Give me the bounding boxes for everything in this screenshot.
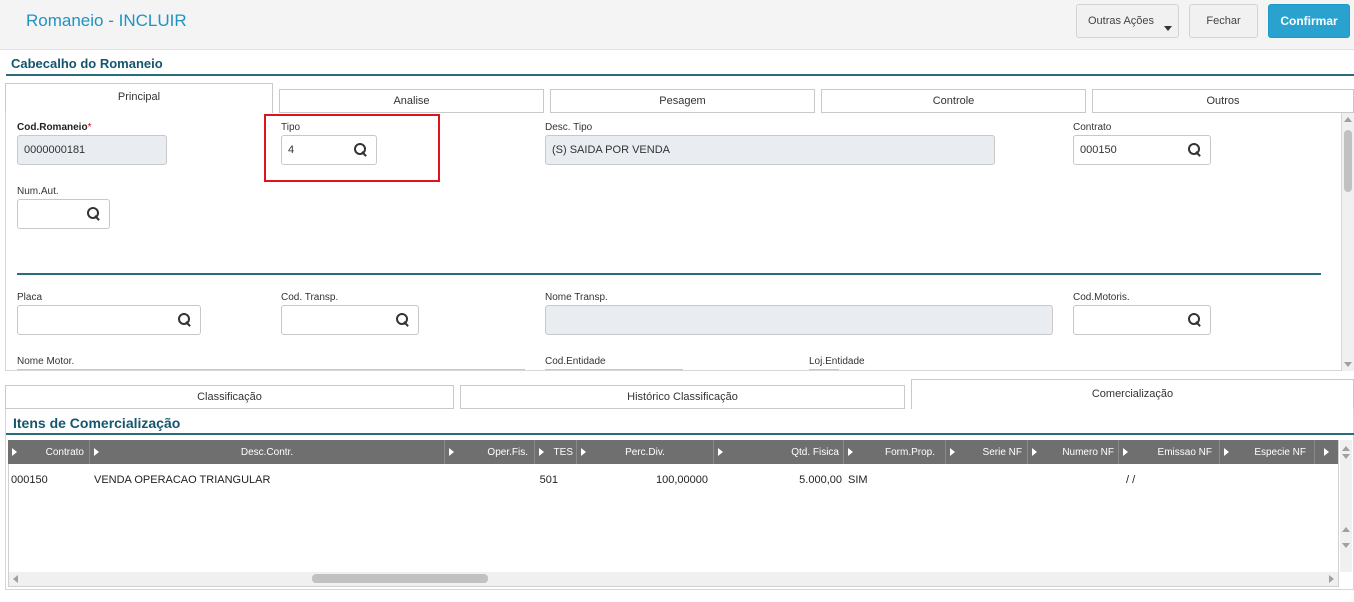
desc-tipo-label: Desc. Tipo bbox=[545, 122, 593, 133]
section-title-cabecalho: Cabecalho do Romaneio bbox=[11, 56, 163, 71]
tab-comercializacao[interactable]: Comercialização bbox=[911, 379, 1354, 409]
search-icon[interactable] bbox=[396, 313, 410, 327]
col-numero-nf[interactable]: Numero NF bbox=[1028, 440, 1119, 464]
scroll-left-icon[interactable] bbox=[13, 575, 18, 583]
search-icon[interactable] bbox=[178, 313, 192, 327]
scroll-up-icon[interactable] bbox=[1342, 446, 1350, 451]
loj-entidade-field[interactable] bbox=[809, 369, 839, 371]
num-aut-field[interactable] bbox=[17, 199, 110, 229]
fechar-button[interactable]: Fechar bbox=[1189, 4, 1258, 38]
section-title-itens: Itens de Comercialização bbox=[13, 415, 181, 431]
scroll-up-icon[interactable] bbox=[1342, 527, 1350, 532]
col-oper-fis[interactable]: Oper.Fis. bbox=[445, 440, 535, 464]
scrollbar-thumb[interactable] bbox=[1344, 130, 1352, 192]
contrato-field[interactable]: 000150 bbox=[1073, 135, 1211, 165]
cell-contrato: 000150 bbox=[11, 474, 48, 486]
confirmar-button[interactable]: Confirmar bbox=[1268, 4, 1350, 38]
nome-transp-field[interactable] bbox=[545, 305, 1053, 335]
scroll-down-icon[interactable] bbox=[1342, 543, 1350, 548]
nome-motor-field[interactable] bbox=[17, 369, 525, 371]
cell-qtd: 5.000,00 bbox=[799, 474, 842, 486]
tab-pesagem[interactable]: Pesagem bbox=[550, 89, 815, 113]
col-especie-nf[interactable]: Especie NF bbox=[1220, 440, 1315, 464]
search-icon[interactable] bbox=[1188, 313, 1202, 327]
search-icon[interactable] bbox=[87, 207, 101, 221]
grid-hscrollbar[interactable] bbox=[9, 572, 1338, 586]
tab-principal[interactable]: Principal bbox=[5, 83, 273, 113]
cod-romaneio-label: Cod.Romaneio* bbox=[17, 122, 92, 133]
nome-transp-label: Nome Transp. bbox=[545, 292, 608, 303]
col-desc-contr[interactable]: Desc.Contr. bbox=[90, 440, 445, 464]
contrato-label: Contrato bbox=[1073, 122, 1112, 133]
col-tes[interactable]: TES bbox=[535, 440, 577, 464]
form-scrollbar[interactable] bbox=[1342, 113, 1354, 371]
col-emissao-nf[interactable]: Emissao NF bbox=[1119, 440, 1220, 464]
loj-entidade-label: Loj.Entidade bbox=[809, 356, 865, 367]
grid-vscrollbar[interactable] bbox=[1340, 440, 1352, 572]
hscroll-thumb[interactable] bbox=[312, 574, 488, 583]
cell-emissao: / / bbox=[1123, 474, 1136, 486]
outras-acoes-label: Outras Ações bbox=[1088, 15, 1155, 27]
cod-entidade-field[interactable] bbox=[545, 369, 683, 371]
caret-down-icon bbox=[1164, 26, 1172, 31]
search-icon[interactable] bbox=[1188, 143, 1202, 157]
cod-transp-field[interactable] bbox=[281, 305, 419, 335]
scroll-right-icon[interactable] bbox=[1329, 575, 1334, 583]
placa-field[interactable] bbox=[17, 305, 201, 335]
cell-tes: 501 bbox=[539, 474, 558, 486]
cell-perc: 100,00000 bbox=[656, 474, 708, 486]
outras-acoes-button[interactable]: Outras Ações bbox=[1076, 4, 1179, 38]
col-next[interactable] bbox=[1315, 440, 1338, 464]
highlight-box bbox=[264, 114, 440, 182]
cell-desc: VENDA OPERACAO TRIANGULAR bbox=[94, 474, 271, 486]
cod-motoris-field[interactable] bbox=[1073, 305, 1211, 335]
grid-header: Contrato Desc.Contr. Oper.Fis. TES Perc.… bbox=[8, 440, 1338, 464]
placa-label: Placa bbox=[17, 292, 43, 303]
num-aut-label: Num.Aut. bbox=[17, 186, 59, 197]
col-serie-nf[interactable]: Serie NF bbox=[946, 440, 1028, 464]
cod-entidade-label: Cod.Entidade bbox=[545, 356, 606, 367]
col-contrato[interactable]: Contrato bbox=[8, 440, 90, 464]
form-divider bbox=[17, 273, 1321, 275]
tab-outros[interactable]: Outros bbox=[1092, 89, 1354, 113]
col-qtd-fisica[interactable]: Qtd. Fisica bbox=[714, 440, 844, 464]
col-form-prop[interactable]: Form.Prop. bbox=[844, 440, 946, 464]
tab-analise[interactable]: Analise bbox=[279, 89, 544, 113]
cod-transp-label: Cod. Transp. bbox=[281, 292, 339, 303]
nome-motor-label: Nome Motor. bbox=[17, 356, 75, 367]
cell-form-prop: SIM bbox=[848, 474, 868, 486]
page-title: Romaneio - INCLUIR bbox=[26, 11, 187, 30]
itens-divider bbox=[6, 433, 1354, 435]
scroll-down-icon[interactable] bbox=[1344, 362, 1352, 367]
section-divider bbox=[6, 74, 1354, 76]
desc-tipo-field[interactable]: (S) SAIDA POR VENDA bbox=[545, 135, 995, 165]
cod-romaneio-field[interactable]: 0000000181 bbox=[17, 135, 167, 165]
tab-historico-classificacao[interactable]: Histórico Classificação bbox=[460, 385, 905, 409]
scroll-up-icon[interactable] bbox=[1344, 117, 1352, 122]
tab-classificacao[interactable]: Classificação bbox=[5, 385, 454, 409]
cod-motoris-label: Cod.Motoris. bbox=[1073, 292, 1130, 303]
tab-controle[interactable]: Controle bbox=[821, 89, 1086, 113]
scroll-down-icon[interactable] bbox=[1342, 454, 1350, 459]
col-perc-div[interactable]: Perc.Div. bbox=[577, 440, 714, 464]
